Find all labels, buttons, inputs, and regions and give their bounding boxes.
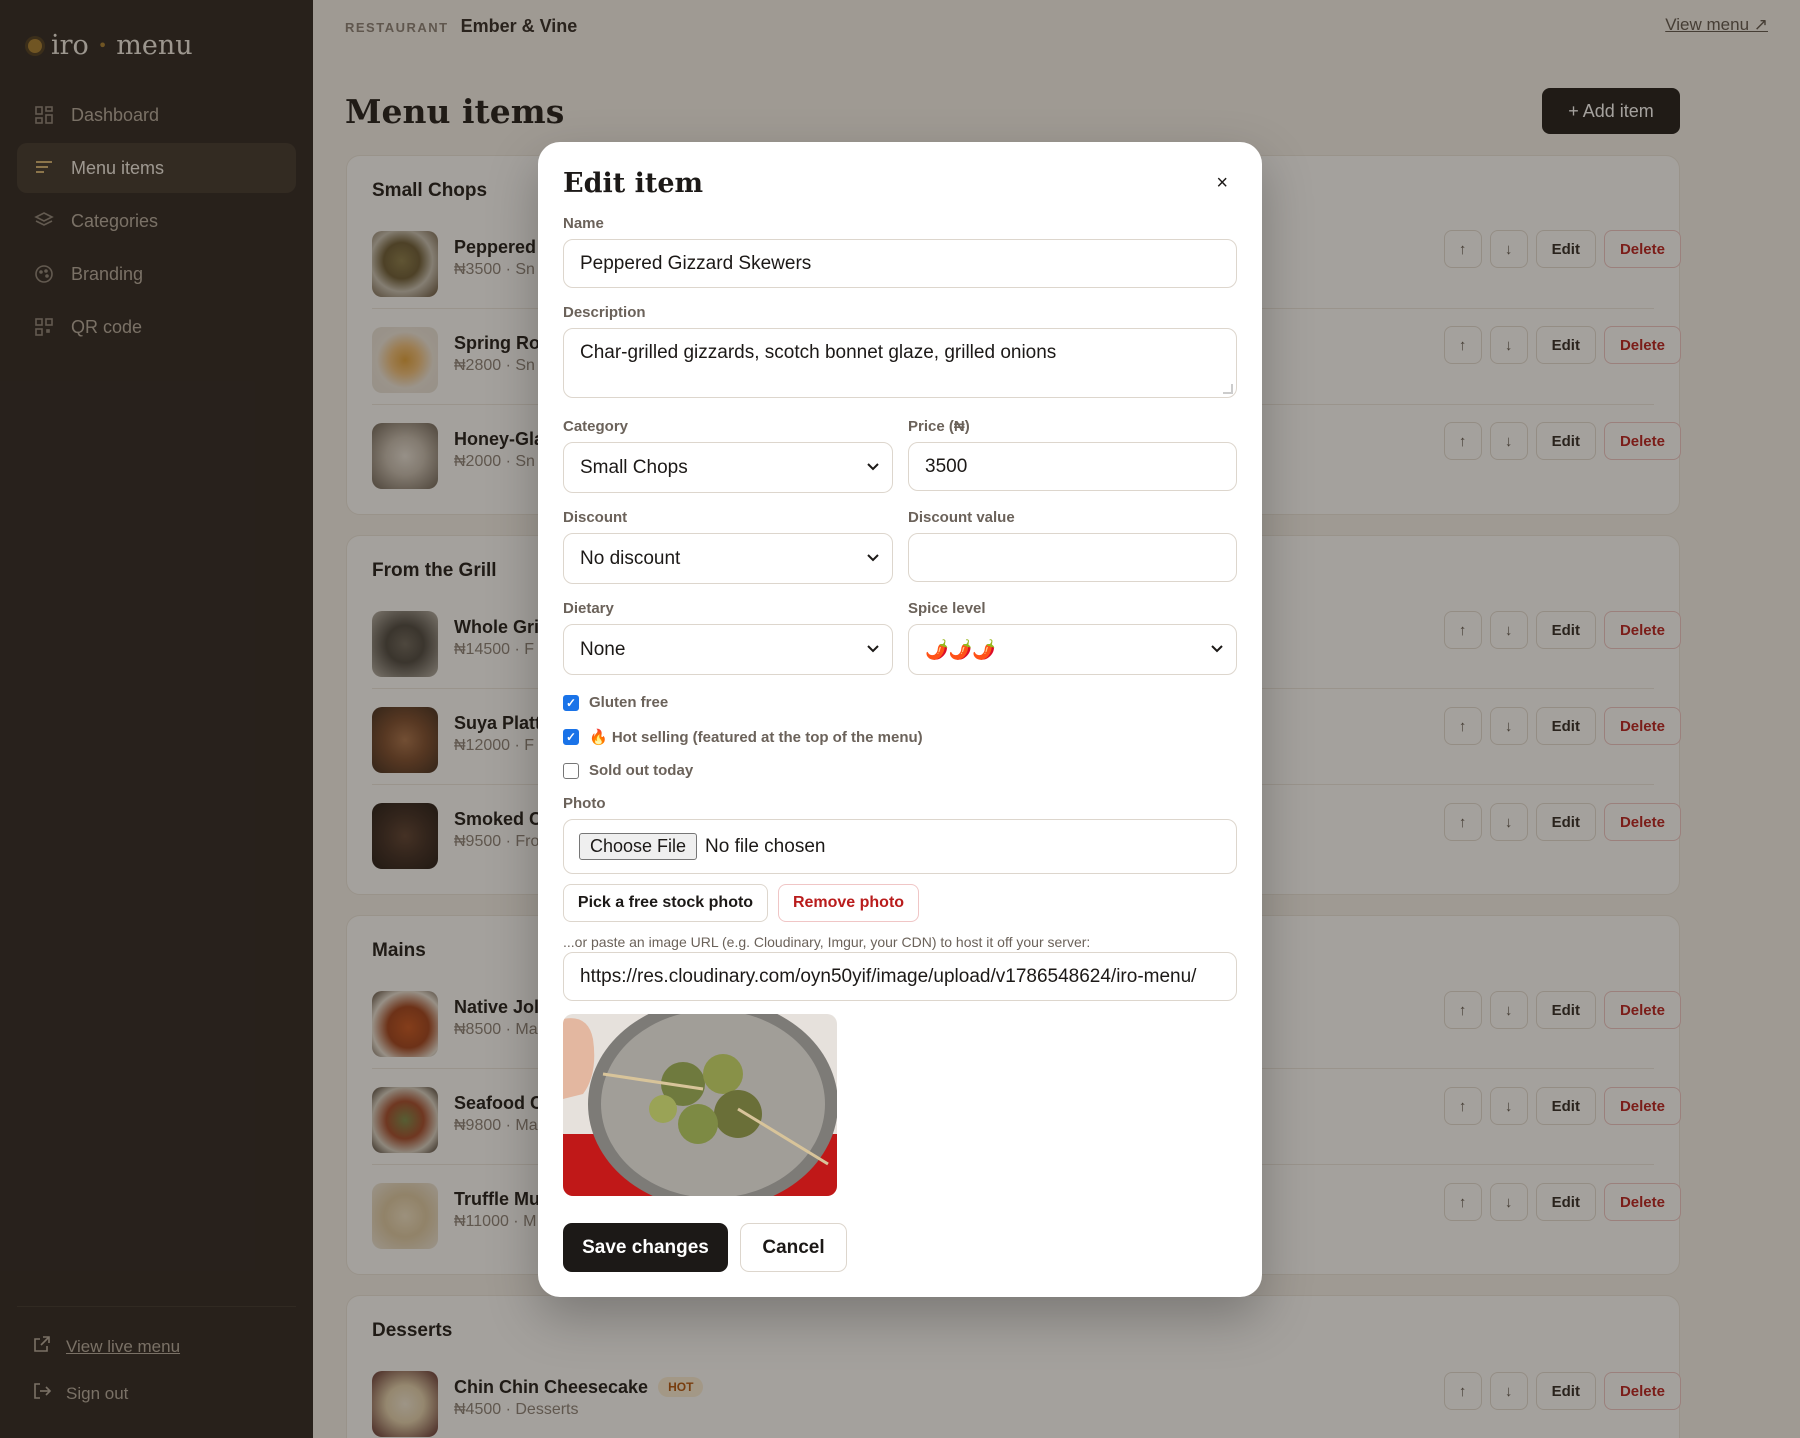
dietary-label: Dietary (563, 600, 614, 617)
chevron-down-icon (866, 459, 880, 476)
url-hint: ...or paste an image URL (e.g. Cloudinar… (563, 934, 1091, 950)
category-label: Category (563, 418, 629, 435)
category-selected: Small Chops (580, 456, 688, 478)
sold-out-checkbox[interactable]: Sold out today (563, 762, 693, 779)
price-input[interactable]: 3500 (908, 442, 1237, 491)
modal-title: Edit item (563, 168, 704, 199)
checkbox-label: Sold out today (589, 762, 694, 779)
chevron-down-icon (1210, 641, 1224, 658)
chevron-down-icon (866, 641, 880, 658)
chevron-down-icon (866, 550, 880, 567)
discount-value-label: Discount value (908, 509, 1015, 526)
description-label: Description (563, 304, 646, 321)
cancel-button[interactable]: Cancel (740, 1223, 847, 1272)
spice-selected: 🌶️🌶️🌶️ (925, 639, 996, 661)
photo-label: Photo (563, 795, 606, 812)
photo-file-input: Choose File No file chosen (563, 819, 1237, 874)
save-changes-button[interactable]: Save changes (563, 1223, 728, 1272)
description-text: Char-grilled gizzards, scotch bonnet gla… (580, 342, 1057, 363)
checkbox-unchecked-icon (563, 762, 579, 779)
price-label: Price (₦) (908, 418, 970, 435)
spice-level-select[interactable]: 🌶️🌶️🌶️ (908, 624, 1237, 675)
edit-item-modal: Edit item × Name Peppered Gizzard Skewer… (538, 142, 1262, 1297)
gluten-free-checkbox[interactable]: ✓ Gluten free (563, 694, 668, 711)
discount-selected: No discount (580, 547, 681, 569)
dietary-selected: None (580, 638, 626, 660)
checkbox-checked-icon: ✓ (563, 729, 579, 745)
name-label: Name (563, 215, 604, 232)
discount-label: Discount (563, 509, 628, 526)
image-url-input[interactable]: https://res.cloudinary.com/oyn50yif/imag… (563, 952, 1237, 1001)
close-icon[interactable]: × (1216, 172, 1228, 195)
resize-handle-icon[interactable] (1223, 384, 1233, 394)
discount-select[interactable]: No discount (563, 533, 893, 584)
choose-file-button[interactable]: Choose File (579, 833, 698, 860)
file-status: No file chosen (705, 835, 826, 857)
category-select[interactable]: Small Chops (563, 442, 893, 493)
checkbox-checked-icon: ✓ (563, 694, 579, 711)
description-textarea[interactable]: Char-grilled gizzards, scotch bonnet gla… (563, 328, 1237, 398)
checkbox-label: Gluten free (589, 694, 669, 711)
hot-selling-checkbox[interactable]: ✓ 🔥 Hot selling (featured at the top of … (563, 728, 923, 746)
checkbox-label: 🔥 Hot selling (featured at the top of th… (589, 729, 923, 746)
dietary-select[interactable]: None (563, 624, 893, 675)
photo-preview (563, 1014, 837, 1196)
remove-photo-button[interactable]: Remove photo (778, 884, 919, 922)
spice-label: Spice level (908, 600, 986, 617)
name-input[interactable]: Peppered Gizzard Skewers (563, 239, 1237, 288)
discount-value-input[interactable] (908, 533, 1237, 582)
stock-photo-button[interactable]: Pick a free stock photo (563, 884, 768, 922)
